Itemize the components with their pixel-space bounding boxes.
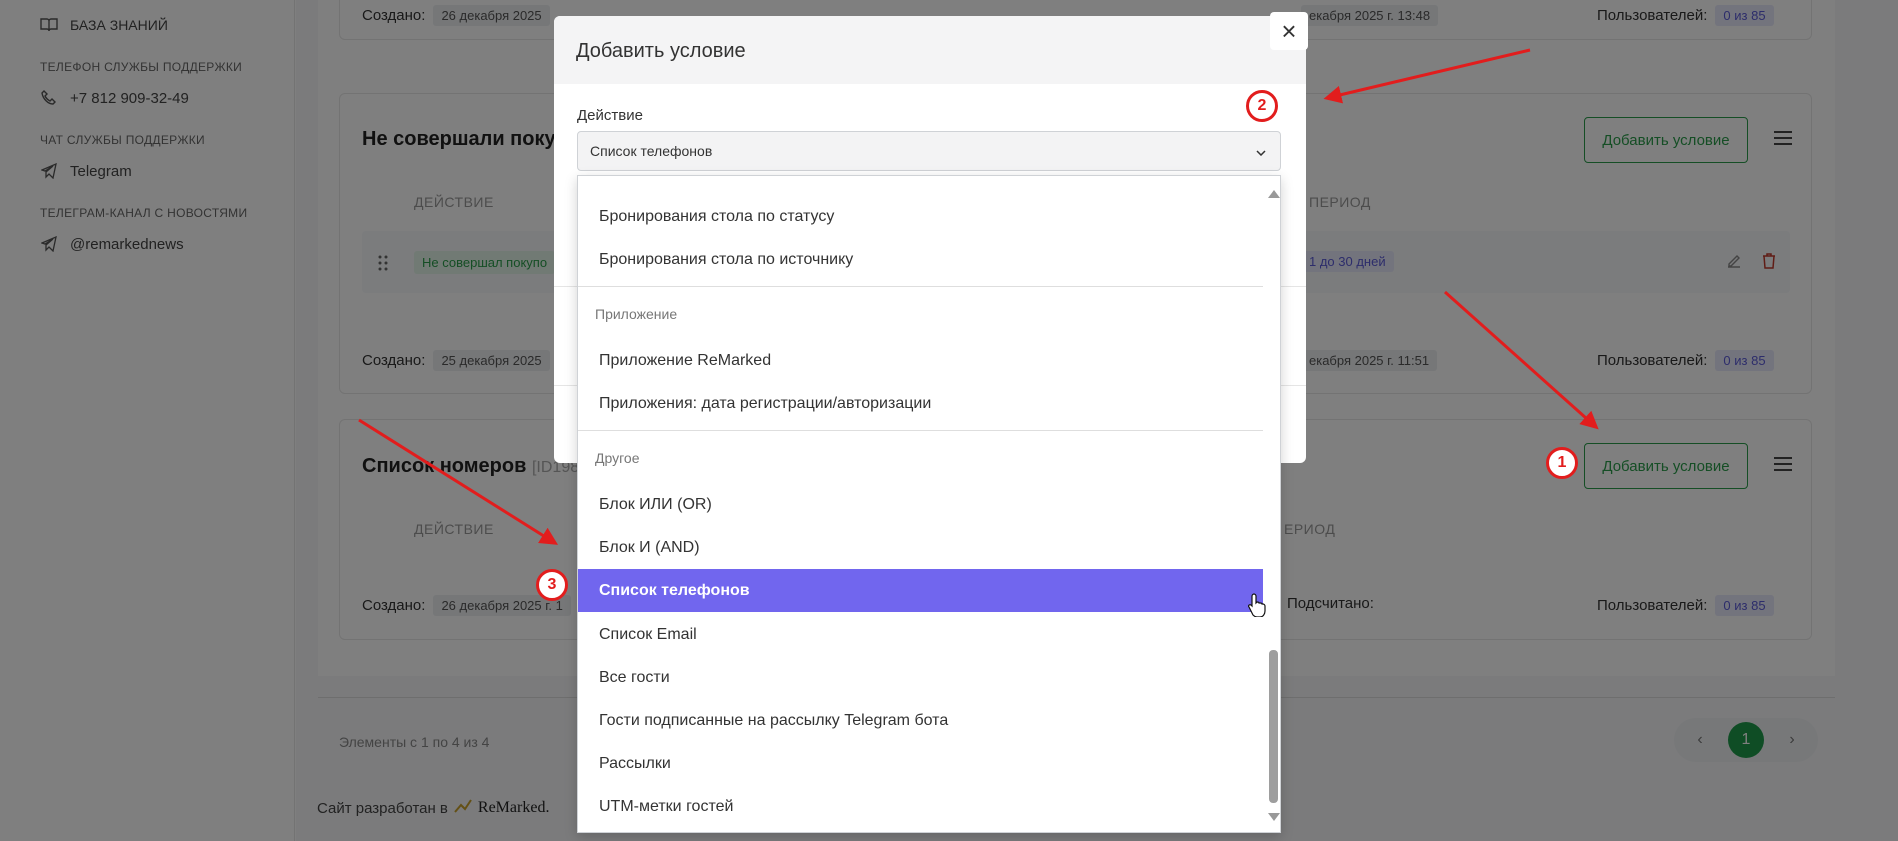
annotation-badge-1: 1	[1546, 447, 1578, 479]
arrow-to-close-area	[1323, 48, 1531, 104]
annotation-badge-3: 3	[536, 569, 568, 601]
arrow-to-selected-option	[358, 418, 559, 545]
annotation-badge-2: 2	[1246, 90, 1278, 122]
arrow-to-add-condition	[1444, 290, 1599, 430]
annotation-arrows	[358, 48, 1599, 545]
